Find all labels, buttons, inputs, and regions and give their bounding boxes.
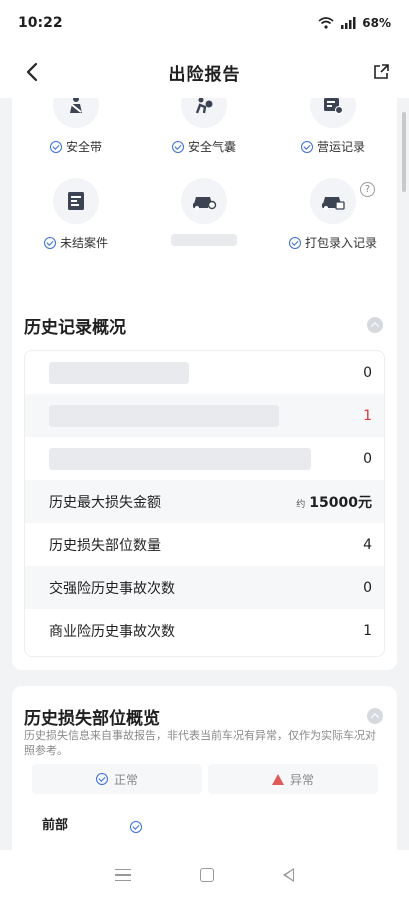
row-value: 15000元 [309, 494, 372, 511]
history-table: 0 1 0 历史最大损失金额 约 15000元 历史损失部位数量 4 交强险历史事… [24, 350, 385, 657]
legend-abnormal-label: 异常 [289, 772, 314, 787]
menu-icon[interactable] [114, 869, 131, 881]
blurred-label [49, 361, 189, 384]
row-value: 1 [363, 622, 372, 639]
table-row: 商业险历史事故次数 1 [25, 609, 384, 652]
signal-icon [341, 17, 356, 29]
row-label: 交强险历史事故次数 [49, 580, 175, 597]
row-value: 0 [363, 450, 372, 467]
approx-label: 约 [296, 499, 306, 510]
feature-label: 未结案件 [59, 236, 108, 250]
part-front-status [130, 814, 142, 833]
legend-abnormal: 异常 [208, 764, 378, 794]
scrollbar[interactable] [402, 112, 406, 192]
report-scroll-area[interactable]: 安全带 安全气囊 营运记录 未结案件 打包录入记录 ? 历史记录概况 0 1 0… [0, 98, 409, 850]
row-label: 历史最大损失金额 [49, 494, 161, 511]
status-icons: 68% [318, 16, 391, 30]
commercial-record-icon [310, 98, 356, 128]
warning-icon [271, 773, 284, 785]
feature-label: 打包录入记录 [304, 236, 377, 250]
check-icon [300, 140, 313, 153]
history-overview-card: 历史记录概况 0 1 0 历史最大损失金额 约 15000元 历史损失部位数量 4 [12, 295, 397, 670]
feature-car-damage[interactable] [140, 178, 268, 246]
feature-label: 营运记录 [316, 140, 365, 154]
feature-seatbelt[interactable]: 安全带 [12, 98, 140, 155]
table-row: 交强险历史事故次数 0 [25, 566, 384, 609]
home-icon[interactable] [199, 868, 214, 882]
chevron-left-icon [26, 62, 38, 82]
check-icon [95, 773, 108, 785]
open-case-icon [53, 178, 99, 224]
check-icon [130, 821, 142, 833]
legend-normal-label: 正常 [113, 772, 138, 787]
nav-bar: 出险报告 [0, 46, 409, 98]
page-title: 出险报告 [168, 64, 241, 85]
row-value: 1 [363, 407, 372, 424]
share-icon [374, 64, 389, 79]
table-row: 0 [25, 351, 384, 394]
seatbelt-icon [53, 98, 99, 128]
table-row: 历史损失部位数量 4 [25, 523, 384, 566]
feature-label: 安全带 [65, 140, 102, 154]
wifi-icon [318, 17, 334, 29]
feature-commercial-record[interactable]: 营运记录 [269, 98, 397, 155]
history-title: 历史记录概况 [24, 318, 126, 338]
back-button[interactable] [18, 58, 46, 86]
row-value: 4 [363, 536, 372, 553]
feature-label: 安全气囊 [187, 140, 236, 154]
feature-airbag[interactable]: 安全气囊 [140, 98, 268, 155]
damage-overview-card: 历史损失部位概览 历史损失信息来自事故报告，非代表当前车况有异常，仅作为实际车况… [12, 686, 397, 850]
check-icon [49, 140, 62, 153]
car-damage-icon [181, 178, 227, 224]
blurred-label [49, 447, 311, 470]
package-record-icon [310, 178, 356, 224]
blurred-label [49, 404, 279, 427]
status-bar: 10:22 68% [0, 0, 409, 46]
legend-normal: 正常 [32, 764, 202, 794]
row-label: 历史损失部位数量 [49, 537, 161, 554]
check-icon [171, 140, 184, 153]
part-front-label: 前部 [42, 818, 69, 833]
row-value: 0 [363, 579, 372, 596]
share-button[interactable] [369, 60, 393, 84]
damage-subtitle: 历史损失信息来自事故报告，非代表当前车况有异常，仅作为实际车况对照参考。 [24, 729, 376, 757]
blurred-label [171, 234, 237, 246]
collapse-icon[interactable] [367, 708, 383, 724]
row-value: 0 [363, 364, 372, 381]
battery-percent: 68% [362, 16, 391, 30]
row-label: 商业险历史事故次数 [49, 623, 175, 640]
airbag-icon [181, 98, 227, 128]
system-nav-bar [0, 850, 409, 900]
feature-open-case[interactable]: 未结案件 [12, 178, 140, 251]
feature-package-record[interactable]: 打包录入记录 [269, 178, 397, 251]
check-icon [288, 236, 301, 249]
collapse-icon[interactable] [367, 317, 383, 333]
back-icon[interactable] [283, 868, 295, 882]
table-row: 0 [25, 437, 384, 480]
table-row: 历史最大损失金额 约 15000元 [25, 480, 384, 523]
check-icon [43, 236, 56, 249]
table-row: 1 [25, 394, 384, 437]
status-time: 10:22 [18, 15, 63, 31]
help-icon[interactable]: ? [360, 182, 375, 197]
damage-title: 历史损失部位概览 [24, 709, 160, 729]
